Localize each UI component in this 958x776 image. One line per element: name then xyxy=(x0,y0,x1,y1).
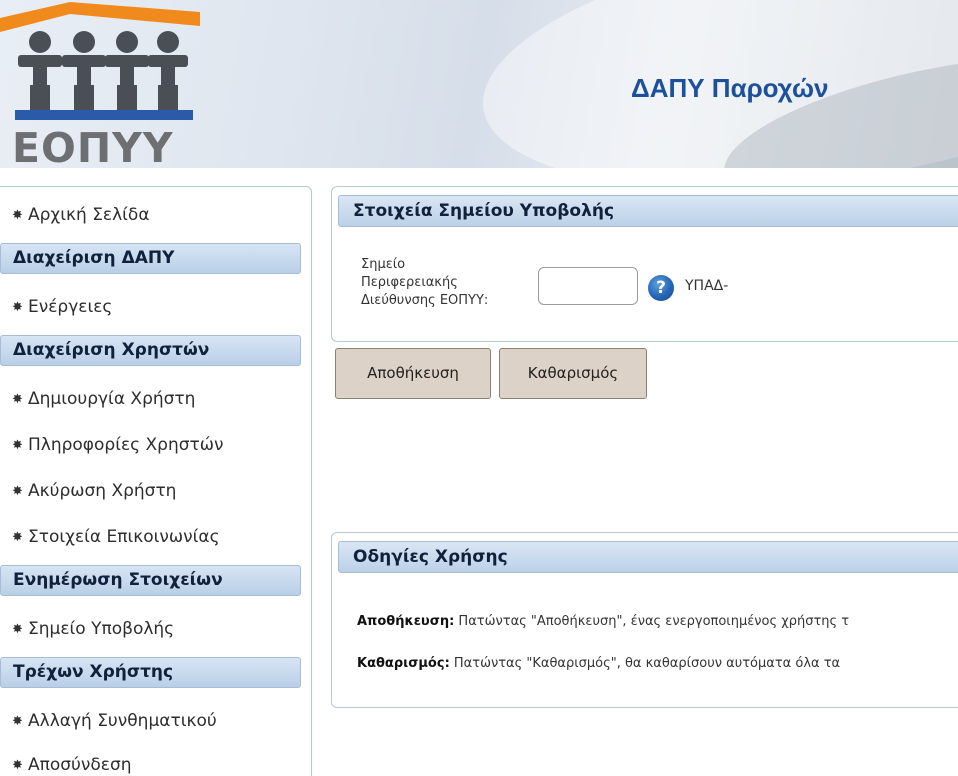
submission-point-label: Σημείο Περιφερειακής Διεύθυνσης ΕΟΠΥΥ: xyxy=(361,257,489,308)
sidebar-item-label: Ακύρωση Χρήστη xyxy=(28,481,177,501)
sidebar-item-create-user[interactable]: ✸ Δημιουργία Χρήστη xyxy=(12,389,195,409)
instruction-save: Αποθήκευση: Πατώντας "Αποθήκευση", ένας … xyxy=(357,614,849,629)
sidebar-item-label: Στοιχεία Επικοινωνίας xyxy=(28,527,220,547)
gear-icon: ✸ xyxy=(12,621,23,637)
sidebar-item-contact-info[interactable]: ✸ Στοιχεία Επικοινωνίας xyxy=(12,527,220,547)
clear-button[interactable]: Καθαρισμός xyxy=(499,348,647,399)
sidebar-item-label: Αλλαγή Συνθηματικού xyxy=(28,711,217,731)
sidebar-item-submission-point[interactable]: ✸ Σημείο Υποβολής xyxy=(12,619,174,639)
sidebar: ✸ Αρχική Σελίδα Διαχείριση ΔΑΠΥ ✸ Ενέργε… xyxy=(0,186,312,776)
sidebar-item-cancel-user[interactable]: ✸ Ακύρωση Χρήστη xyxy=(12,481,176,501)
sidebar-item-label: Αρχική Σελίδα xyxy=(28,205,150,225)
panel-title: Στοιχεία Σημείου Υποβολής xyxy=(338,195,958,227)
sidebar-item-actions[interactable]: ✸ Ενέργειες xyxy=(12,297,112,317)
sidebar-section-current-user: Τρέχων Χρήστης xyxy=(0,657,301,688)
sidebar-item-label: Σημείο Υποβολής xyxy=(28,619,175,639)
sidebar-item-home[interactable]: ✸ Αρχική Σελίδα xyxy=(12,205,150,225)
gear-icon: ✸ xyxy=(12,391,23,407)
field-suffix: ΥΠΑΔ- xyxy=(685,278,729,294)
gear-icon: ✸ xyxy=(12,757,23,773)
sidebar-item-user-info[interactable]: ✸ Πληροφορίες Χρηστών xyxy=(12,435,224,455)
submission-point-input[interactable] xyxy=(538,267,638,305)
instruction-text: Πατώντας "Καθαρισμός", θα καθαρίσουν αυτ… xyxy=(449,656,841,671)
gear-icon: ✸ xyxy=(12,207,23,223)
sidebar-section-users: Διαχείριση Χρηστών xyxy=(0,335,301,366)
sidebar-item-label: Αποσύνδεση xyxy=(28,755,132,775)
instruction-term: Καθαρισμός: xyxy=(357,656,450,671)
sidebar-section-dapy: Διαχείριση ΔΑΠΥ xyxy=(0,243,301,274)
panel-title: Οδηγίες Χρήσης xyxy=(338,541,958,573)
sidebar-item-logout[interactable]: ✸ Αποσύνδεση xyxy=(12,755,132,775)
instruction-term: Αποθήκευση: xyxy=(357,614,455,629)
gear-icon: ✸ xyxy=(12,483,23,499)
help-icon[interactable]: ? xyxy=(648,275,674,301)
page-title: ΔΑΠΥ Παροχών xyxy=(631,73,829,103)
sidebar-item-change-password[interactable]: ✸ Αλλαγή Συνθηματικού xyxy=(12,711,217,731)
save-button[interactable]: Αποθήκευση xyxy=(335,348,491,399)
instruction-text: Πατώντας "Αποθήκευση", ένας ενεργοποιημέ… xyxy=(454,614,850,629)
gear-icon: ✸ xyxy=(12,529,23,545)
gear-icon: ✸ xyxy=(12,437,23,453)
instruction-clear: Καθαρισμός: Πατώντας "Καθαρισμός", θα κα… xyxy=(357,656,840,671)
sidebar-item-label: Πληροφορίες Χρηστών xyxy=(28,435,224,455)
sidebar-section-update-info: Ενημέρωση Στοιχείων xyxy=(0,565,301,596)
gear-icon: ✸ xyxy=(12,713,23,729)
sidebar-item-label: Δημιουργία Χρήστη xyxy=(28,389,196,409)
gear-icon: ✸ xyxy=(12,299,23,315)
sidebar-item-label: Ενέργειες xyxy=(28,297,113,317)
page-header: ΕΟΠΥΥ ΔΑΠΥ Παροχών xyxy=(0,0,958,168)
logo-text: ΕΟΠΥΥ xyxy=(12,124,174,169)
